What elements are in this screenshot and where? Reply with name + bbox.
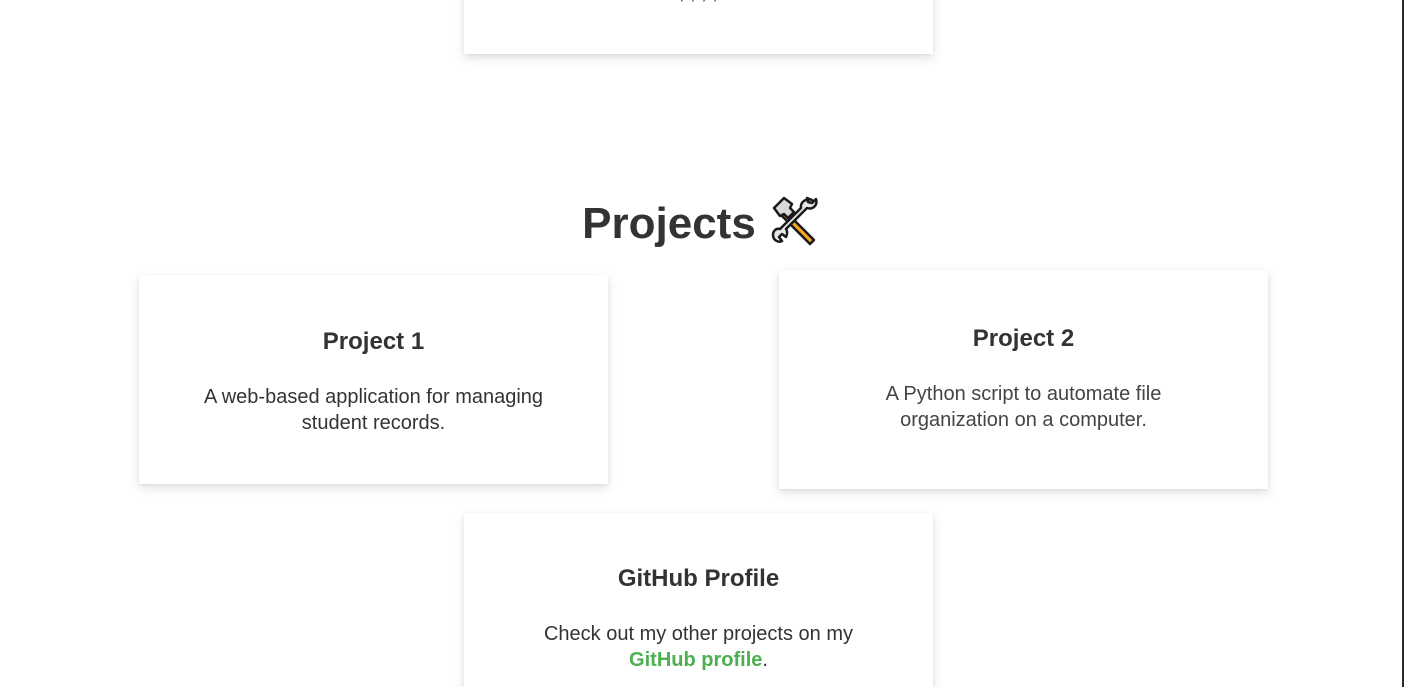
hammer-and-wrench-icon	[770, 194, 822, 246]
github-profile-link[interactable]: GitHub profile	[629, 649, 762, 671]
github-profile-text: Check out my other projects on my GitHub …	[464, 621, 933, 673]
project-1-description: A web-based application for managing stu…	[203, 386, 544, 434]
previous-card-text: , , , ,	[464, 0, 933, 6]
github-profile-title: GitHub Profile	[617, 565, 780, 592]
projects-heading-text: Projects	[582, 199, 756, 248]
github-text-before: Check out my other projects on my	[543, 623, 853, 645]
project-2-title: Project 2	[972, 325, 1075, 352]
github-text-after: .	[762, 649, 768, 671]
project-card-2: Project 2 A Python script to automate fi…	[779, 270, 1268, 489]
previous-section-card: , , , ,	[464, 0, 933, 54]
project-1-title: Project 1	[322, 328, 425, 355]
github-profile-card: GitHub Profile Check out my other projec…	[464, 513, 933, 687]
projects-heading: Projects	[0, 194, 1404, 251]
project-card-1: Project 1 A web-based application for ma…	[139, 275, 608, 484]
project-2-description: A Python script to automate file organiz…	[885, 383, 1162, 431]
page: , , , , Projects Project 1 A web-based a…	[0, 0, 1404, 687]
